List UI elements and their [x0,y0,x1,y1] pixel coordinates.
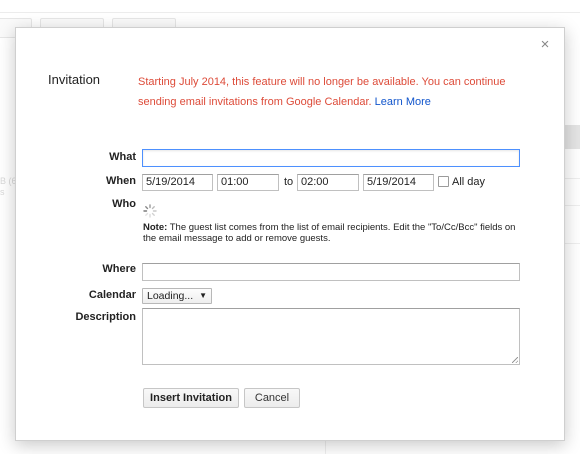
to-label: to [284,176,294,188]
close-icon[interactable]: × [537,37,553,53]
loading-spinner-icon [143,204,157,218]
cancel-button[interactable]: Cancel [244,388,300,408]
invitation-dialog: × Invitation Starting July 2014, this fe… [15,27,565,441]
calendar-select[interactable]: Loading... ▼ [142,288,212,304]
end-time-input[interactable]: 02:00 [297,174,359,191]
end-date-input[interactable]: 5/19/2014 [363,174,434,191]
deprecation-notice: Starting July 2014, this feature will no… [138,72,533,112]
note-text: The guest list comes from the list of em… [143,222,516,244]
note-label: Note: [143,222,168,233]
where-label: Where [102,263,136,275]
learn-more-link[interactable]: Learn More [375,96,431,108]
start-date-input[interactable]: 5/19/2014 [142,174,213,191]
guest-list-note: Note: The guest list comes from the list… [143,222,528,244]
calendar-label: Calendar [88,289,136,301]
notice-text: Starting July 2014, this feature will no… [138,76,506,108]
background-topbar [0,0,580,13]
when-label: When [106,175,136,187]
all-day-label: All day [452,176,486,188]
start-time-input[interactable]: 01:00 [217,174,279,191]
what-input[interactable] [142,149,520,167]
dropdown-arrow-icon: ▼ [199,291,207,300]
calendar-select-value: Loading... [147,290,194,302]
where-input[interactable] [142,263,520,281]
description-label: Description [75,311,136,323]
page: B (6 s × Invitation Starting July 2014, … [0,0,580,454]
who-label: Who [112,198,136,210]
dialog-title: Invitation [48,72,101,87]
description-textarea[interactable] [142,308,520,365]
resize-grip-icon[interactable] [512,357,518,363]
all-day-checkbox[interactable] [438,176,449,187]
insert-invitation-button[interactable]: Insert Invitation [143,388,239,408]
what-label: What [109,151,136,163]
